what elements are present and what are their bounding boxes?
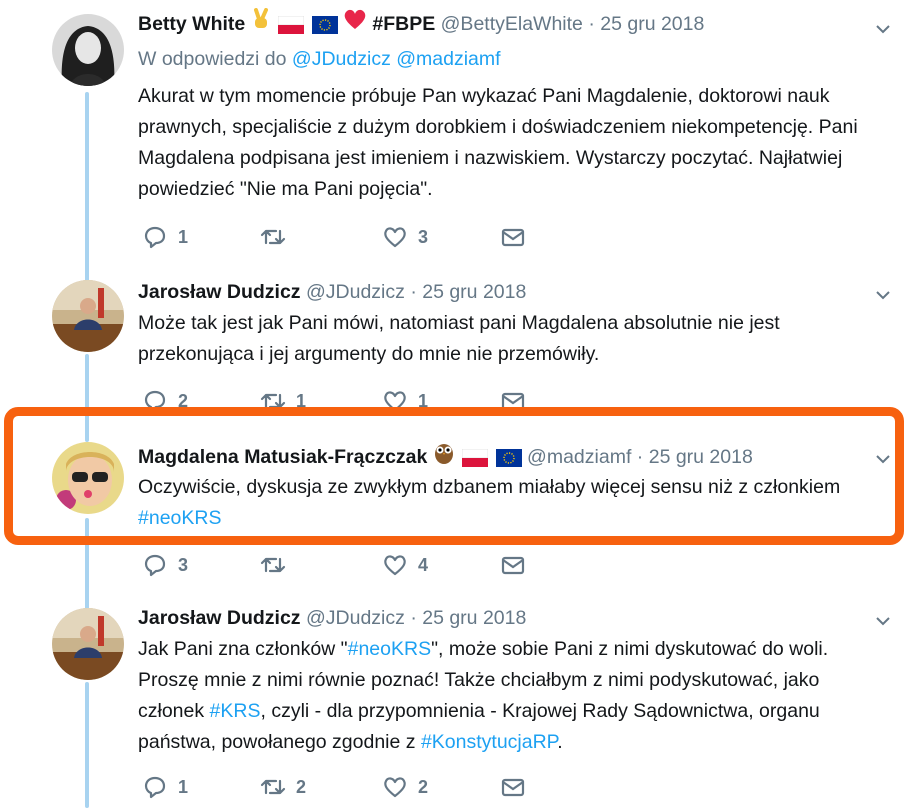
- tweet-date[interactable]: 25 gru 2018: [422, 607, 526, 629]
- like-icon: [384, 777, 406, 798]
- chevron-down-icon[interactable]: [874, 612, 892, 630]
- reply-count: 3: [178, 554, 189, 575]
- poland-flag-icon: [277, 14, 305, 34]
- chevron-down-icon[interactable]: [874, 20, 892, 38]
- reply-count: 1: [178, 226, 189, 247]
- tweet-text: Akurat w tym momencie próbuje Pan wykaza…: [138, 85, 858, 200]
- reply-button[interactable]: 3: [142, 550, 188, 580]
- reply-count: 1: [178, 776, 189, 797]
- reply-prefix: W odpowiedzi do: [138, 48, 287, 70]
- reply-icon: [144, 776, 166, 799]
- like-count: 3: [418, 226, 429, 247]
- reply-button[interactable]: 1: [142, 772, 188, 802]
- display-name[interactable]: Betty White: [138, 13, 245, 35]
- display-name[interactable]: Jarosław Dudzicz: [138, 607, 301, 629]
- message-icon: [501, 556, 525, 575]
- handle[interactable]: @JDudzicz: [306, 607, 405, 629]
- separator-dot: ·: [410, 607, 417, 629]
- retweet-icon: [260, 779, 286, 795]
- reply-mention-link[interactable]: @madziamf: [396, 48, 500, 70]
- like-icon: [384, 227, 406, 248]
- reply-mention-link[interactable]: @JDudzicz: [292, 48, 391, 70]
- tweet-text-segment: Jak Pani zna członków ": [138, 638, 348, 660]
- separator-dot: ·: [588, 13, 595, 36]
- tweet-text: Może tak jest jak Pani mówi, natomiast p…: [138, 312, 780, 365]
- tweet-header: Jarosław Dudzicz @JDudzicz · 25 gru 2018: [138, 278, 890, 306]
- tweet[interactable]: Betty White #FBPE @BettyElaWhite · 25 gr…: [0, 0, 920, 270]
- chevron-down-icon[interactable]: [874, 286, 892, 304]
- separator-dot: ·: [410, 281, 417, 303]
- tweet[interactable]: Jarosław Dudzicz @JDudzicz · 25 gru 2018…: [0, 598, 920, 808]
- avatar[interactable]: [52, 14, 124, 86]
- retweet-icon: [260, 557, 286, 573]
- hashtag-link[interactable]: #KonstytucjaRP: [421, 731, 557, 753]
- reply-button[interactable]: 1: [142, 222, 188, 252]
- avatar[interactable]: [52, 608, 124, 680]
- like-icon: [384, 555, 406, 576]
- reply-icon: [144, 226, 166, 249]
- hashtag-link[interactable]: #KRS: [210, 700, 261, 722]
- like-count: 4: [418, 554, 429, 575]
- like-count: 2: [418, 776, 429, 797]
- tweet-text-segment: .: [557, 731, 563, 753]
- tweet[interactable]: Jarosław Dudzicz @JDudzicz · 25 gru 2018…: [0, 270, 920, 413]
- reply-context: W odpowiedzi do @JDudzicz @madziamf: [138, 46, 890, 72]
- avatar[interactable]: [52, 280, 124, 352]
- highlight-annotation: [4, 407, 904, 545]
- tweet-date[interactable]: 25 gru 2018: [600, 13, 704, 35]
- tweet-header: Betty White #FBPE @BettyElaWhite · 25 gr…: [138, 8, 890, 38]
- tweet-header: Jarosław Dudzicz @JDudzicz · 25 gru 2018: [138, 604, 890, 632]
- victory-hand-icon: [251, 8, 271, 38]
- hashtag-link[interactable]: #neoKRS: [348, 638, 431, 660]
- message-button[interactable]: [500, 772, 526, 802]
- handle[interactable]: @JDudzicz: [306, 281, 405, 303]
- retweet-button[interactable]: 2: [260, 772, 306, 802]
- retweet-button[interactable]: [260, 222, 296, 252]
- like-button[interactable]: 4: [382, 550, 428, 580]
- message-button[interactable]: [500, 222, 526, 252]
- like-button[interactable]: 2: [382, 772, 428, 802]
- eu-flag-icon: [311, 14, 338, 34]
- retweet-count: 2: [296, 776, 307, 797]
- retweet-button[interactable]: [260, 550, 296, 580]
- red-heart-icon: [343, 8, 367, 38]
- tweet-date[interactable]: 25 gru 2018: [422, 281, 526, 303]
- message-icon: [501, 228, 525, 247]
- name-hashtag: #FBPE: [372, 13, 436, 36]
- display-name[interactable]: Jarosław Dudzicz: [138, 281, 301, 303]
- message-button[interactable]: [500, 550, 526, 580]
- reply-icon: [144, 554, 166, 577]
- retweet-icon: [260, 229, 286, 245]
- tweet-text: Jak Pani zna członków "#neoKRS", może so…: [138, 634, 890, 758]
- like-button[interactable]: 3: [382, 222, 428, 252]
- message-icon: [501, 778, 525, 797]
- handle[interactable]: @BettyElaWhite: [441, 13, 583, 35]
